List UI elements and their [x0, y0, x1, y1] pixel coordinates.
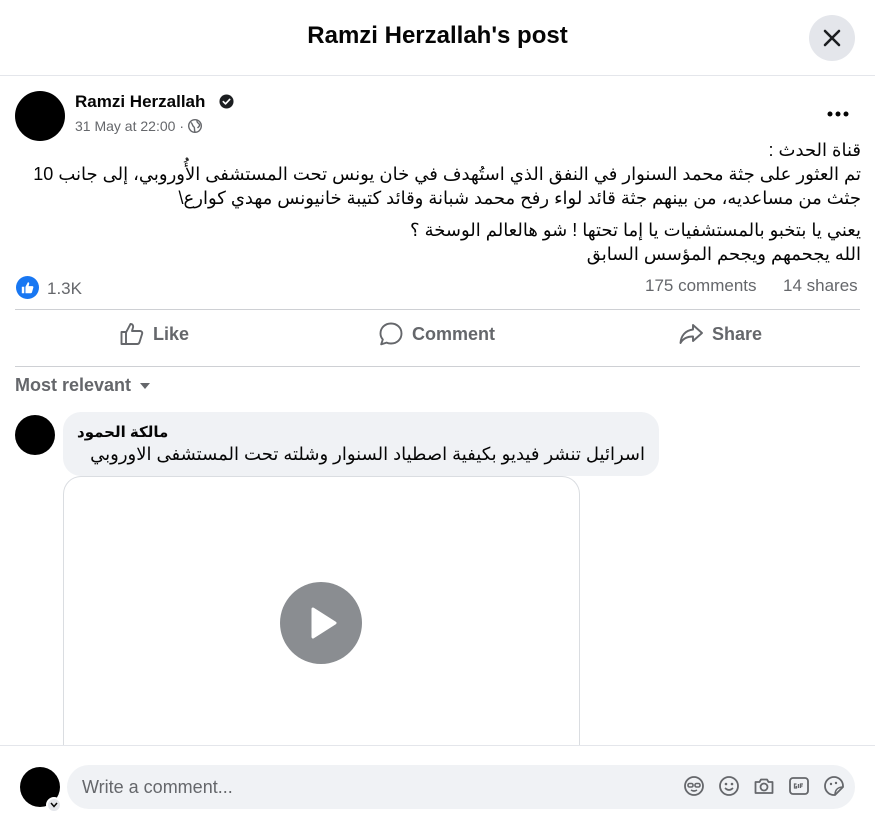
sort-label: Most relevant	[15, 375, 132, 395]
globe-icon	[188, 119, 203, 133]
camera-button[interactable]	[753, 775, 775, 797]
post-line: جثث من مساعديه، من بينهم جثة قائد لواء ر…	[178, 188, 861, 208]
post-line: الله يجحمهم ويجحم المؤسس السابق	[586, 244, 861, 264]
profile-switch-button[interactable]	[46, 797, 62, 813]
emoji-icon	[719, 776, 739, 796]
comment-text: اسرائيل تنشر فيديو بكيفية اصطياد السنوار…	[90, 444, 645, 464]
post-line: يعني يا بتخبو بالمستشفيات يا إما تحتها !…	[410, 220, 861, 240]
like-icon	[120, 323, 144, 345]
dialog-title: Ramzi Herzallah's post	[307, 22, 568, 49]
comment-bubble: مالكة الحمود اسرائيل تنشر فيديو بكيفية ا…	[63, 412, 659, 476]
comment-input[interactable]: Write a comment...	[67, 765, 855, 809]
divider	[15, 309, 860, 310]
comment-placeholder: Write a comment...	[82, 777, 233, 797]
sticker-icon	[824, 776, 844, 796]
composer-tools	[683, 775, 845, 797]
commenter-name[interactable]: مالكة الحمود	[77, 423, 168, 441]
divider	[15, 366, 860, 367]
avatar-sticker-button[interactable]	[683, 775, 705, 797]
share-icon	[679, 324, 703, 344]
chevron-down-icon	[50, 802, 58, 808]
gif-icon	[789, 777, 809, 795]
post-line: قناة الحدث :	[768, 140, 861, 160]
post-timestamp[interactable]: 31 May at 22:00	[75, 118, 175, 134]
shares-count[interactable]: 14 shares	[783, 276, 858, 296]
emoji-button[interactable]	[718, 775, 740, 797]
like-label: Like	[153, 323, 190, 344]
dropdown-caret-icon	[140, 382, 151, 389]
comment-icon	[379, 322, 403, 346]
more-options-button[interactable]	[822, 100, 854, 128]
post-line: تم العثور على جثة محمد السنوار في النفق …	[33, 164, 861, 184]
post-body: قناة الحدث : تم العثور على جثة محمد السن…	[15, 138, 861, 266]
commenter-avatar[interactable]	[15, 415, 55, 455]
camera-icon	[754, 778, 774, 794]
comment-video[interactable]	[63, 476, 580, 756]
comment-composer: Write a comment...	[0, 745, 875, 832]
comment-sort-dropdown[interactable]: Most relevant	[15, 375, 151, 396]
sticker-button[interactable]	[823, 775, 845, 797]
dialog-header: Ramzi Herzallah's post	[0, 0, 875, 76]
author-avatar[interactable]	[15, 91, 65, 141]
author-name[interactable]: Ramzi Herzallah	[75, 92, 205, 112]
avatar-sticker-icon	[684, 776, 704, 796]
reactions-count[interactable]: 1.3K	[47, 279, 82, 299]
more-options-icon	[827, 111, 849, 117]
close-button[interactable]	[809, 15, 855, 61]
meta-separator: ·	[179, 118, 185, 134]
share-label: Share	[712, 323, 763, 344]
verified-badge-icon	[219, 94, 234, 109]
play-icon	[311, 607, 337, 639]
share-button[interactable]: Share	[678, 318, 762, 350]
close-icon	[823, 29, 841, 47]
like-button[interactable]: Like	[119, 318, 189, 350]
comment-label: Comment	[412, 323, 496, 344]
play-button[interactable]	[280, 582, 362, 664]
gif-button[interactable]	[788, 775, 810, 797]
comments-count[interactable]: 175 comments	[645, 276, 757, 296]
comment-button[interactable]: Comment	[378, 318, 495, 350]
thumbs-up-icon	[21, 282, 34, 294]
post-meta: 31 May at 22:00 ·	[75, 118, 203, 134]
like-reaction-icon[interactable]	[16, 276, 39, 299]
